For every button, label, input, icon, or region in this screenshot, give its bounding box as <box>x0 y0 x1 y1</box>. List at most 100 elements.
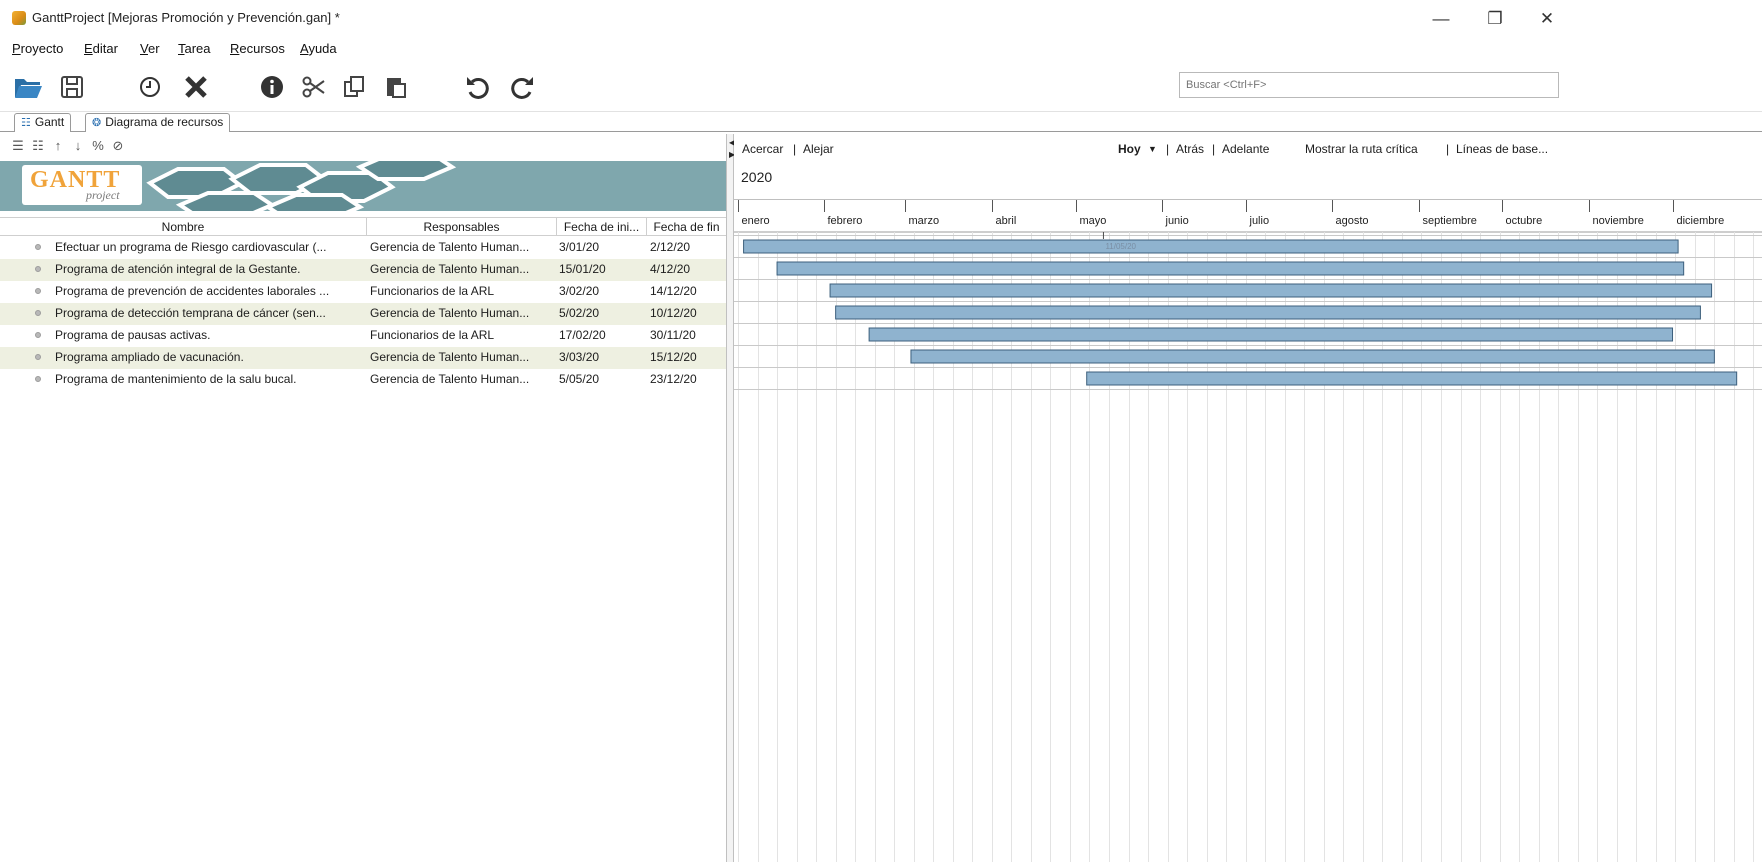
close-button[interactable]: ✕ <box>1524 6 1570 32</box>
menu-editar[interactable]: Editar <box>84 41 118 56</box>
month-label: julio <box>1249 215 1270 227</box>
title-bar: GanttProject [Mejoras Promoción y Preven… <box>0 0 1762 36</box>
month-label: octubre <box>1506 215 1543 227</box>
month-label: marzo <box>909 215 940 227</box>
cut-icon[interactable] <box>296 70 332 104</box>
undo-icon[interactable] <box>460 70 496 104</box>
column-header-fecha-fin[interactable]: Fecha de fin <box>647 218 726 236</box>
maximize-button[interactable]: ❐ <box>1472 6 1518 32</box>
tab-diagrama-recursos[interactable]: ❂ Diagrama de recursos <box>85 113 231 132</box>
today-marker-label: 11/05/20 <box>1105 242 1136 251</box>
menu-ver[interactable]: Ver <box>140 41 160 56</box>
task-end: 10/12/20 <box>650 306 697 320</box>
link-icon[interactable]: % <box>88 138 108 153</box>
month-label: febrero <box>828 215 863 227</box>
search-input[interactable] <box>1179 72 1559 98</box>
task-end: 2/12/20 <box>650 240 691 254</box>
month-label: abril <box>996 215 1017 227</box>
tab-gantt-label: Gantt <box>34 115 65 129</box>
unlink-icon[interactable]: ⊘ <box>108 138 128 154</box>
task-bullet-icon <box>35 266 41 272</box>
task-responsible: Gerencia de Talento Human... <box>370 262 530 276</box>
gantt-chart-pane: Acercar | Alejar Hoy ▼ | Atrás | Adelant… <box>734 134 1762 862</box>
menu-recursos[interactable]: Recursos <box>230 41 285 56</box>
delete-icon[interactable] <box>178 70 214 104</box>
gantt-chart-canvas[interactable]: enero febrero marzo abril mayo junio julio agos… <box>734 134 1762 862</box>
open-folder-icon[interactable] <box>10 70 46 104</box>
menu-bar: Proyecto Editar Ver Tarea Recursos Ayuda <box>0 38 600 60</box>
task-table-body: Efectuar un programa de Riesgo cardiovas… <box>0 237 726 391</box>
month-label: mayo <box>1080 215 1107 227</box>
task-bullet-icon <box>35 332 41 338</box>
tab-gantt[interactable]: ☷ Gantt <box>14 113 72 132</box>
gantt-tab-icon: ☷ <box>21 117 31 129</box>
table-row[interactable]: Programa de pausas activas. Funcionarios… <box>0 325 726 347</box>
table-row[interactable]: Programa de prevención de accidentes lab… <box>0 281 726 303</box>
menu-proyecto[interactable]: Proyecto <box>12 41 63 56</box>
task-start: 5/05/20 <box>559 372 600 386</box>
move-down-icon[interactable]: ↓ <box>68 138 88 153</box>
task-responsible: Gerencia de Talento Human... <box>370 240 530 254</box>
save-icon[interactable] <box>54 70 90 104</box>
task-name: Programa de detección temprana de cáncer… <box>55 306 326 320</box>
task-responsible: Gerencia de Talento Human... <box>370 306 530 320</box>
copy-icon[interactable] <box>336 70 372 104</box>
paste-icon[interactable] <box>378 70 414 104</box>
table-row[interactable]: Programa ampliado de vacunación. Gerenci… <box>0 347 726 369</box>
column-header-nombre[interactable]: Nombre <box>0 218 367 236</box>
task-table-header: Nombre Responsables Fecha de ini... Fech… <box>0 217 726 236</box>
ganttproject-banner: GANTT project <box>0 161 726 211</box>
task-responsible: Gerencia de Talento Human... <box>370 372 530 386</box>
column-header-responsables[interactable]: Responsables <box>367 218 557 236</box>
indent-icon[interactable]: ☷ <box>28 138 48 154</box>
table-row[interactable]: Programa de atención integral de la Gest… <box>0 259 726 281</box>
task-start: 5/02/20 <box>559 306 600 320</box>
redo-icon[interactable] <box>504 70 540 104</box>
unindent-icon[interactable]: ☰ <box>8 138 28 154</box>
table-row[interactable]: Programa de detección temprana de cáncer… <box>0 303 726 325</box>
pane-splitter[interactable]: ◀ ▶ <box>726 134 735 862</box>
move-up-icon[interactable]: ↑ <box>48 138 68 153</box>
table-row[interactable]: Programa de mantenimiento de la salu buc… <box>0 369 726 391</box>
task-responsible: Funcionarios de la ARL <box>370 284 495 298</box>
task-name: Programa de pausas activas. <box>55 328 211 342</box>
task-name: Efectuar un programa de Riesgo cardiovas… <box>55 240 327 254</box>
tab-resources-label: Diagrama de recursos <box>105 115 224 129</box>
task-end: 4/12/20 <box>650 262 691 276</box>
column-header-fecha-inicio[interactable]: Fecha de ini... <box>557 218 647 236</box>
view-tabs: ☷ Gantt ❂ Diagrama de recursos <box>0 112 1762 132</box>
task-bullet-icon <box>35 310 41 316</box>
window-title: GanttProject [Mejoras Promoción y Preven… <box>32 10 340 25</box>
task-start: 3/02/20 <box>559 284 600 298</box>
task-bar <box>835 305 1701 320</box>
task-bullet-icon <box>35 288 41 294</box>
task-tree-pane: ☰ ☷ ↑ ↓% ⊘ GANTT project Nombre Responsables… <box>0 134 726 862</box>
task-name: Programa de prevención de accidentes lab… <box>55 284 330 298</box>
task-start: 17/02/20 <box>559 328 606 342</box>
month-label: septiembre <box>1423 215 1477 227</box>
task-bar <box>776 261 1685 276</box>
task-name: Programa de mantenimiento de la salu buc… <box>55 372 297 386</box>
task-start: 3/03/20 <box>559 350 600 364</box>
task-bullet-icon <box>35 244 41 250</box>
task-tree-toolbar: ☰ ☷ ↑ ↓% ⊘ <box>8 138 128 158</box>
task-start: 3/01/20 <box>559 240 600 254</box>
info-icon[interactable] <box>254 70 290 104</box>
logo-sub: project <box>86 188 120 202</box>
task-bar <box>868 327 1674 342</box>
table-row[interactable]: Efectuar un programa de Riesgo cardiovas… <box>0 237 726 259</box>
menu-tarea[interactable]: Tarea <box>178 41 211 56</box>
clock-icon[interactable] <box>132 70 168 104</box>
task-name: Programa ampliado de vacunación. <box>55 350 244 364</box>
menu-ayuda[interactable]: Ayuda <box>300 41 337 56</box>
task-name: Programa de atención integral de la Gest… <box>55 262 301 276</box>
resources-tab-icon: ❂ <box>92 117 102 129</box>
task-bar <box>910 349 1715 364</box>
month-label: agosto <box>1336 215 1369 227</box>
task-bar <box>829 283 1713 298</box>
month-label: enero <box>742 215 770 227</box>
app-icon <box>12 11 26 25</box>
minimize-button[interactable]: — <box>1418 6 1464 32</box>
task-bullet-icon <box>35 354 41 360</box>
task-bar <box>1086 371 1738 386</box>
